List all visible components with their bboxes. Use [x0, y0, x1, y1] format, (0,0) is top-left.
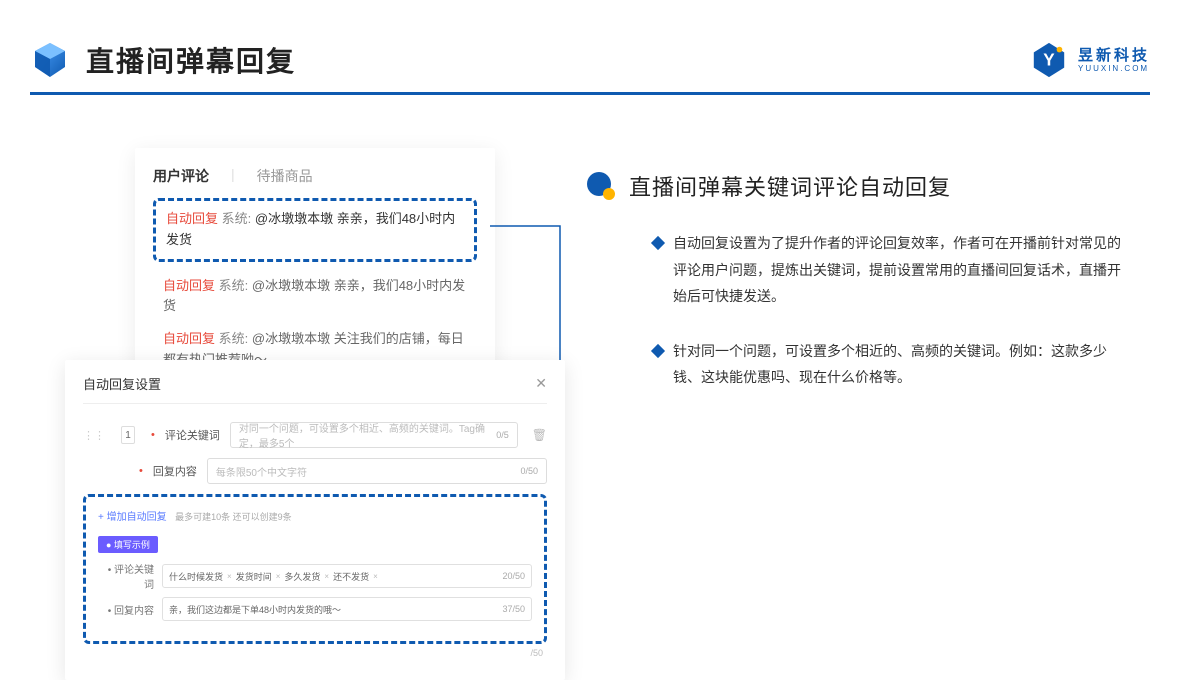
delete-icon[interactable]: 🗑 [532, 428, 547, 442]
example-keyword-row: • 评论关键词 什么时候发货× 发货时间× 多久发货× 还不发货× 20/50 [98, 561, 532, 591]
diamond-icon [651, 344, 665, 358]
description-area: 直播间弹幕关键词评论自动回复 自动回复设置为了提升作者的评论回复效率，作者可在开… [585, 170, 1145, 419]
keyword-chip: 什么时候发货 [169, 570, 223, 583]
diamond-icon [651, 236, 665, 250]
keyword-input[interactable]: 对同一个问题，可设置多个相近、高频的关键词。Tag确定，最多5个 0/5 [230, 422, 518, 448]
required-icon: • [151, 429, 155, 441]
char-count: 20/50 [502, 571, 525, 581]
close-icon[interactable]: ✕ [535, 375, 547, 392]
bullet-text: 自动回复设置为了提升作者的评论回复效率，作者可在开播前针对常见的评论用户问题，提… [673, 230, 1125, 310]
bullet-list: 自动回复设置为了提升作者的评论回复效率，作者可在开播前针对常见的评论用户问题，提… [585, 230, 1145, 391]
bullet-text: 针对同一个问题，可设置多个相近的、高频的关键词。例如：这款多少钱、这块能优惠吗、… [673, 338, 1125, 391]
chip-remove-icon[interactable]: × [324, 572, 329, 581]
chip-remove-icon[interactable]: × [227, 572, 232, 581]
keyword-row: ⋮⋮ 1 • 评论关键词 对同一个问题，可设置多个相近、高频的关键词。Tag确定… [83, 422, 547, 448]
cube-icon [30, 40, 70, 80]
subheader: 直播间弹幕关键词评论自动回复 [585, 170, 1145, 202]
system-label: 系统: [219, 331, 249, 346]
comments-card: 用户评论 | 待播商品 自动回复 系统: @冰墩墩本墩 亲亲，我们48小时内发货… [135, 148, 495, 387]
section-subtitle: 直播间弹幕关键词评论自动回复 [629, 170, 951, 202]
example-ct-value: 亲，我们这边都是下单48小时内发货的哦～ [169, 603, 341, 616]
example-ct-input[interactable]: 亲，我们这边都是下单48小时内发货的哦～ 37/50 [162, 597, 532, 621]
add-reply-link[interactable]: + 增加自动回复 [98, 508, 167, 523]
content-input[interactable]: 每条限50个中文字符 0/50 [207, 458, 547, 484]
settings-card: 自动回复设置 ✕ ⋮⋮ 1 • 评论关键词 对同一个问题，可设置多个相近、高频的… [65, 360, 565, 680]
tab-products[interactable]: 待播商品 [257, 166, 313, 186]
placeholder-text: 每条限50个中文字符 [216, 464, 307, 479]
auto-reply-tag: 自动回复 [163, 331, 215, 346]
brand: Y 昱新科技 YUUXIN.COM [1030, 41, 1150, 79]
example-kw-input[interactable]: 什么时候发货× 发货时间× 多久发货× 还不发货× 20/50 [162, 564, 532, 588]
required-icon: • [139, 465, 143, 477]
char-count: 0/5 [496, 430, 509, 440]
char-count: 0/50 [520, 466, 538, 476]
system-label: 系统: [219, 278, 249, 293]
comment-row: 自动回复 系统: @冰墩墩本墩 亲亲，我们48小时内发货 [153, 270, 477, 324]
bullet-item: 自动回复设置为了提升作者的评论回复效率，作者可在开播前针对常见的评论用户问题，提… [653, 230, 1125, 310]
auto-reply-tag: 自动回复 [163, 278, 215, 293]
keyword-chip: 发货时间 [236, 570, 272, 583]
chat-bubble-icon [585, 170, 617, 202]
content-row: • 回复内容 每条限50个中文字符 0/50 [83, 458, 547, 484]
header-left: 直播间弹幕回复 [30, 40, 296, 80]
settings-title: 自动回复设置 [83, 374, 161, 393]
content-label: 回复内容 [153, 463, 197, 479]
add-hint: 最多可建10条 还可以创建9条 [175, 512, 292, 522]
example-kw-label: • 评论关键词 [98, 561, 154, 591]
keyword-label: 评论关键词 [165, 427, 220, 443]
keyword-chip: 还不发货 [333, 570, 369, 583]
example-badge: ● 填写示例 [98, 536, 158, 553]
char-count: 37/50 [502, 604, 525, 614]
chip-remove-icon[interactable]: × [373, 572, 378, 581]
placeholder-text: 对同一个问题，可设置多个相近、高频的关键词。Tag确定，最多5个 [239, 420, 496, 450]
auto-reply-tag: 自动回复 [166, 211, 218, 226]
tab-user-comments[interactable]: 用户评论 [153, 166, 209, 186]
brand-logo-icon: Y [1030, 41, 1068, 79]
brand-url: YUUXIN.COM [1078, 65, 1150, 73]
brand-name: 昱新科技 [1078, 48, 1150, 63]
example-content-row: • 回复内容 亲，我们这边都是下单48小时内发货的哦～ 37/50 [98, 597, 532, 621]
example-box: + 增加自动回复 最多可建10条 还可以创建9条 ● 填写示例 • 评论关键词 … [83, 494, 547, 644]
screenshot-area: 用户评论 | 待播商品 自动回复 系统: @冰墩墩本墩 亲亲，我们48小时内发货… [65, 148, 565, 638]
chip-remove-icon[interactable]: × [276, 572, 281, 581]
outer-count: /50 [83, 648, 547, 658]
keyword-chip: 多久发货 [284, 570, 320, 583]
drag-handle-icon[interactable]: ⋮⋮ [83, 429, 105, 442]
tab-separator: | [231, 166, 235, 186]
svg-text:Y: Y [1043, 51, 1055, 70]
system-label: 系统: [222, 211, 252, 226]
brand-text: 昱新科技 YUUXIN.COM [1078, 48, 1150, 73]
highlighted-comment: 自动回复 系统: @冰墩墩本墩 亲亲，我们48小时内发货 [153, 198, 477, 262]
comment-tabs: 用户评论 | 待播商品 [153, 166, 477, 186]
example-ct-label: • 回复内容 [98, 602, 154, 617]
bullet-item: 针对同一个问题，可设置多个相近的、高频的关键词。例如：这款多少钱、这块能优惠吗、… [653, 338, 1125, 391]
settings-header: 自动回复设置 ✕ [83, 374, 547, 404]
row-number: 1 [121, 426, 135, 444]
page-header: 直播间弹幕回复 Y 昱新科技 YUUXIN.COM [30, 35, 1150, 85]
page-title: 直播间弹幕回复 [86, 40, 296, 80]
header-divider [30, 92, 1150, 95]
